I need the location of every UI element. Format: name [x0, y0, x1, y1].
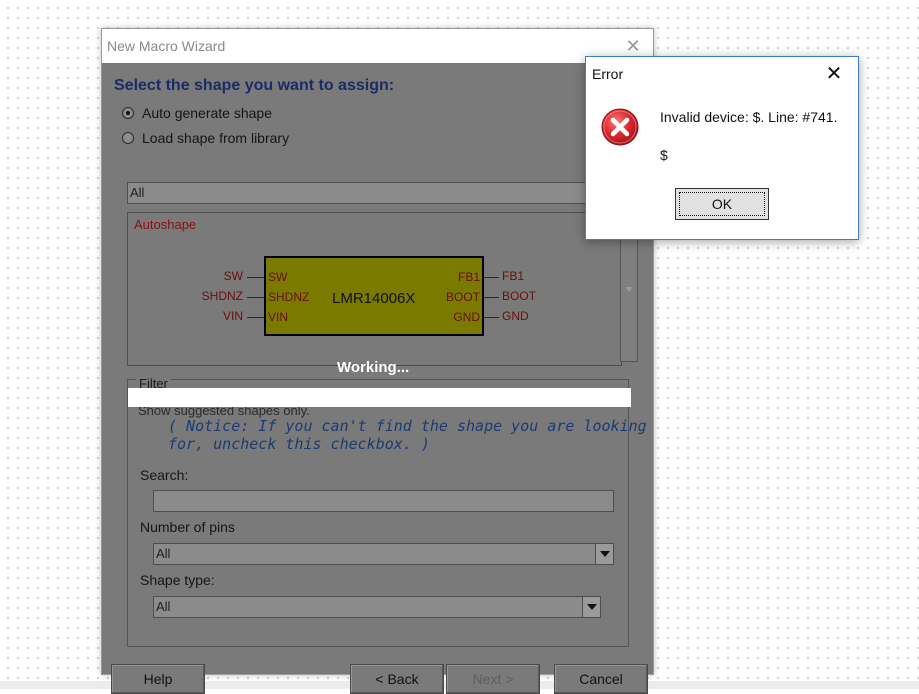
close-icon[interactable]: ✕ [622, 35, 644, 57]
pin-wire [247, 297, 264, 298]
back-button[interactable]: < Back [350, 664, 444, 694]
ok-label: OK [711, 196, 733, 212]
pin-wire [484, 277, 499, 278]
radio-library-label: Load shape from library [142, 130, 290, 146]
pin-wire [484, 317, 499, 318]
error-detail: $ [660, 147, 668, 163]
pin-outer-label: VIN [222, 309, 243, 323]
search-input[interactable] [153, 490, 614, 512]
page-heading: Select the shape you want to assign: [114, 77, 395, 94]
error-body: Invalid device: $. Line: #741. $ OK [586, 89, 858, 239]
working-status: Working... [337, 359, 410, 376]
radio-auto-label: Auto generate shape [142, 105, 272, 121]
pin-inner-label: GND [453, 310, 480, 324]
shape-type-select[interactable]: All [153, 596, 601, 618]
progress-bar [128, 388, 631, 407]
pin-wire [484, 297, 499, 298]
error-dialog: Error ✕ Invalid device: $. Line: #741. $… [585, 56, 859, 240]
notice-text: ( Notice: If you can't find the shape yo… [168, 417, 647, 453]
library-select-value: All [130, 185, 145, 200]
pin-wire [247, 317, 264, 318]
pin-outer-label: SHDNZ [201, 289, 243, 303]
wizard-titlebar: New Macro Wizard ✕ [102, 29, 653, 62]
preview-label: Autoshape [134, 217, 197, 232]
pins-label: Number of pins [140, 519, 235, 535]
pin-inner-label: BOOT [445, 290, 480, 304]
pin-outer-label: FB1 [502, 269, 525, 283]
chevron-down-icon[interactable] [582, 597, 600, 617]
macro-wizard-window: New Macro Wizard ✕ Select the shape you … [101, 28, 654, 694]
pin-inner-label: VIN [268, 310, 289, 324]
ok-button[interactable]: OK [675, 188, 769, 220]
shape-type-label: Shape type: [140, 572, 215, 588]
shape-preview-panel: Autoshape LMR14006X SW SHDNZ VIN FB1 BOO… [127, 212, 622, 366]
chip-shape: LMR14006X SW SHDNZ VIN FB1 BOOT GND [264, 256, 484, 336]
error-icon [601, 108, 639, 146]
pin-inner-label: SHDNZ [268, 290, 310, 304]
radio-load-library[interactable]: Load shape from library [122, 130, 289, 146]
help-button[interactable]: Help [111, 664, 205, 694]
preview-scrollbar[interactable] [620, 228, 638, 362]
radio-unselected-icon [122, 132, 134, 144]
radio-selected-icon [122, 107, 134, 119]
pin-wire [247, 277, 264, 278]
shape-type-select-value: All [156, 599, 171, 614]
pin-outer-label: GND [502, 309, 529, 323]
pin-outer-label: SW [223, 269, 243, 283]
wizard-title: New Macro Wizard [107, 38, 226, 54]
search-label: Search: [140, 467, 189, 483]
pins-select-value: All [156, 546, 171, 561]
next-button[interactable]: Next > [446, 664, 540, 694]
radio-auto-generate[interactable]: Auto generate shape [122, 105, 272, 121]
error-titlebar: Error ✕ [586, 57, 858, 89]
pins-select[interactable]: All [153, 543, 614, 565]
cancel-button[interactable]: Cancel [554, 664, 648, 694]
pin-inner-label: FB1 [457, 270, 480, 284]
notice-line: ( Notice: If you can't find the shape yo… [168, 417, 647, 435]
close-icon[interactable]: ✕ [822, 62, 846, 86]
error-message: Invalid device: $. Line: #741. [660, 109, 838, 125]
error-title: Error [592, 66, 624, 82]
pin-outer-label: BOOT [502, 289, 537, 303]
library-select[interactable]: All [127, 182, 589, 204]
notice-line: for, uncheck this checkbox. ) [168, 435, 430, 453]
pin-inner-label: SW [268, 270, 288, 284]
chevron-down-icon[interactable] [595, 544, 613, 564]
wizard-content: Select the shape you want to assign: Aut… [102, 63, 653, 694]
chip-name: LMR14006X [332, 290, 416, 307]
